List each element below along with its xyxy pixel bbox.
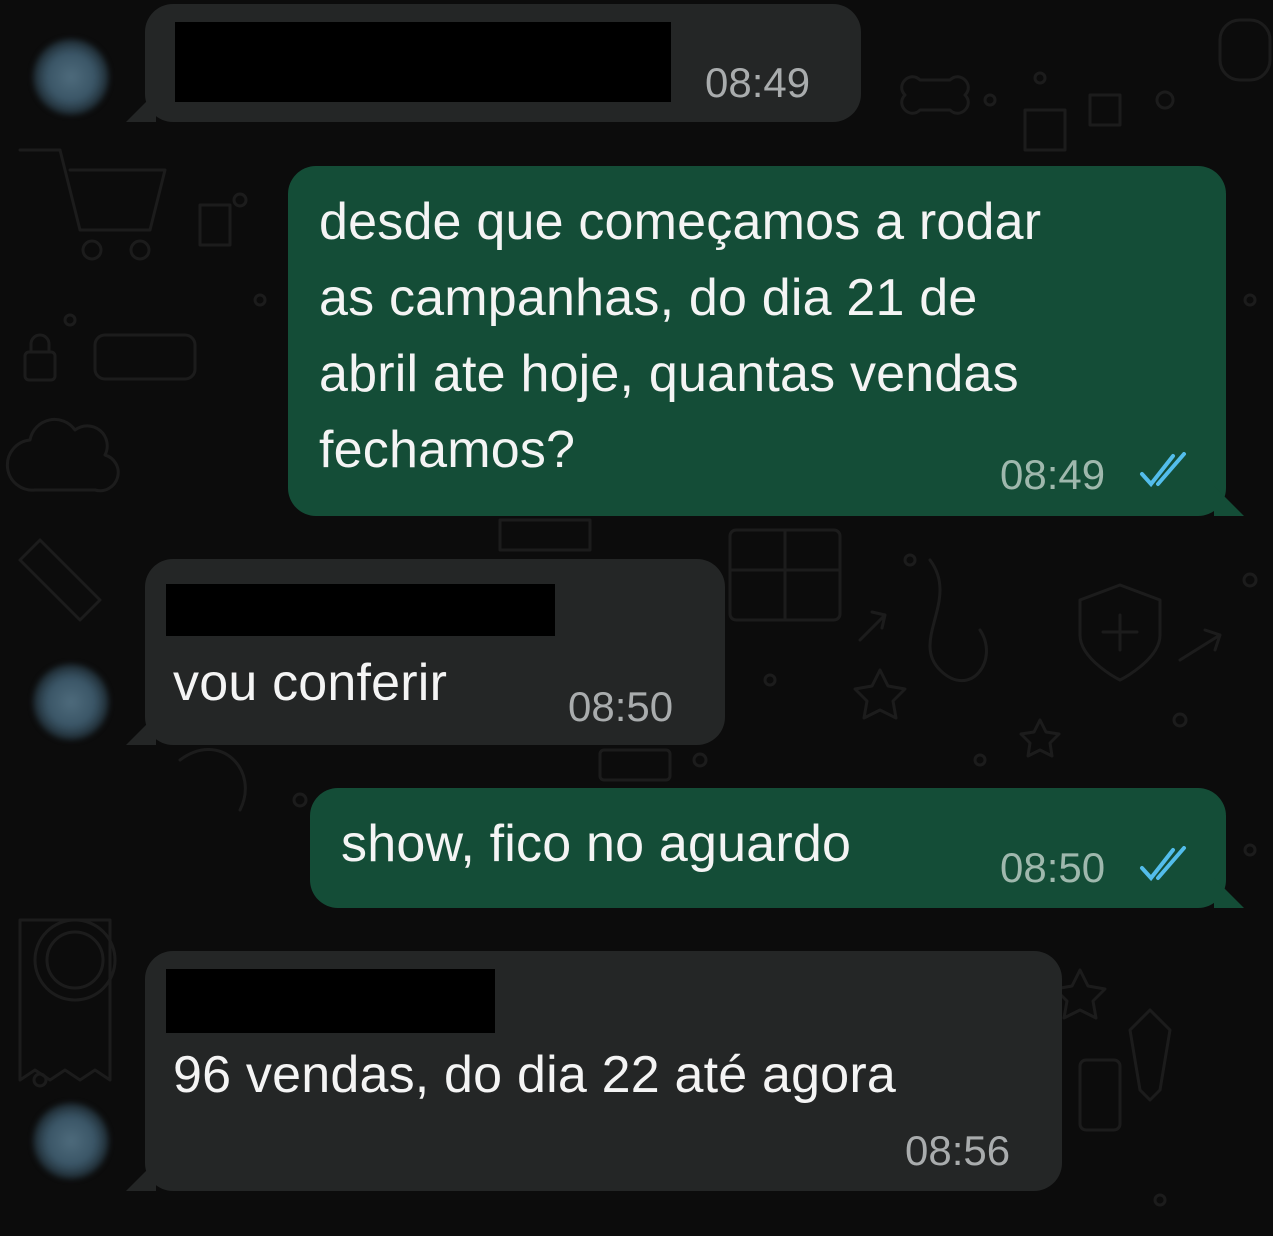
message-text-line: desde que começamos a rodar bbox=[319, 193, 1042, 251]
message-timestamp: 08:49 bbox=[1000, 451, 1106, 498]
message-bubble-incoming[interactable]: vou conferir 08:50 bbox=[145, 559, 725, 745]
redacted-sender-name bbox=[166, 584, 555, 636]
avatar[interactable] bbox=[33, 39, 109, 115]
redacted-sender-name bbox=[175, 22, 671, 102]
redacted-sender-name bbox=[166, 969, 495, 1033]
message-text: vou conferir bbox=[173, 654, 448, 712]
message-timestamp: 08:50 bbox=[1000, 844, 1106, 891]
message-bubble-outgoing[interactable]: show, fico no aguardo 08:50 bbox=[310, 788, 1226, 908]
chat-conversation: 08:49 desde que começamos a rodar as cam… bbox=[0, 0, 1273, 1236]
avatar[interactable] bbox=[33, 1103, 109, 1179]
message-text-line: abril ate hoje, quantas vendas bbox=[319, 345, 1019, 403]
message-timestamp: 08:50 bbox=[568, 683, 674, 730]
message-text: 96 vendas, do dia 22 até agora bbox=[173, 1046, 897, 1104]
double-check-icon bbox=[1140, 452, 1186, 488]
message-timestamp: 08:49 bbox=[705, 59, 811, 106]
double-check-icon bbox=[1140, 846, 1186, 882]
message-text-line: as campanhas, do dia 21 de bbox=[319, 269, 978, 327]
message-bubble-incoming[interactable]: 96 vendas, do dia 22 até agora 08:56 bbox=[145, 951, 1062, 1191]
message-timestamp: 08:56 bbox=[905, 1127, 1011, 1174]
message-text-line: fechamos? bbox=[319, 421, 576, 479]
message-bubble-incoming[interactable]: 08:49 bbox=[145, 4, 861, 122]
avatar[interactable] bbox=[33, 664, 109, 740]
message-text: show, fico no aguardo bbox=[341, 815, 852, 873]
message-bubble-outgoing[interactable]: desde que começamos a rodar as campanhas… bbox=[288, 166, 1226, 516]
